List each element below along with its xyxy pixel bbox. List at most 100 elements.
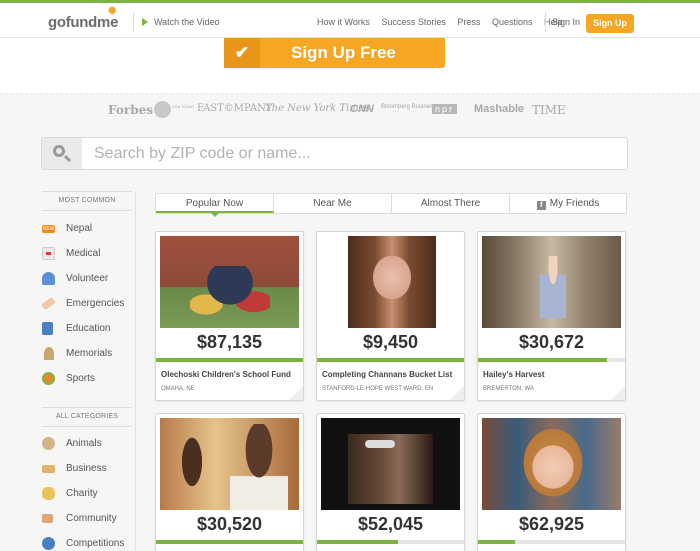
campaign-photo[interactable] (160, 236, 299, 328)
campaign-photo[interactable] (482, 236, 621, 328)
campaign-card[interactable]: $9,450 Completing Channans Bucket List S… (316, 231, 465, 401)
category-sidebar: MOST COMMON NEW Nepal Medical Volunteer … (41, 191, 136, 551)
press-logos: Forbes USA TODAY FAST©MPANY The New York… (108, 101, 568, 119)
ball-icon (42, 372, 55, 385)
usa-today-text: USA TODAY (172, 104, 195, 109)
nav-success-stories[interactable]: Success Stories (381, 17, 446, 27)
new-badge-icon: NEW (42, 225, 55, 233)
campaign-card[interactable]: $62,925 (477, 413, 626, 551)
logo-go: go (48, 14, 66, 31)
watch-video-link[interactable]: Watch the Video (142, 17, 220, 27)
progress-fill (478, 540, 515, 544)
time-logo: TIME (532, 103, 566, 117)
campaign-location: STANFORD-LE-HOPE WEST WARD, EN (322, 386, 434, 392)
progress-fill (156, 358, 303, 362)
sign-up-free-button[interactable]: ✔ Sign Up Free (224, 38, 445, 68)
campaign-card[interactable]: $30,520 (155, 413, 304, 551)
divider (545, 12, 546, 32)
campaign-photo[interactable] (321, 418, 460, 510)
tab-popular-now[interactable]: Popular Now (156, 194, 274, 217)
sidebar-item-label: Animals (66, 438, 102, 449)
sidebar-item-label: Volunteer (66, 273, 109, 284)
divider (133, 12, 134, 32)
sidebar-item-label: Community (66, 513, 117, 524)
sign-up-free-label: Sign Up Free (291, 43, 396, 62)
campaign-photo[interactable] (160, 418, 299, 510)
tab-label: Popular Now (185, 198, 244, 209)
cnn-logo: CNN (350, 103, 374, 115)
tab-label: Almost There (420, 198, 481, 209)
campaign-title[interactable]: Completing Channans Bucket List (322, 370, 452, 379)
bandage-icon (41, 296, 56, 311)
progress-fill (478, 358, 608, 362)
campaign-tabs: Popular Now Near Me Almost There f My Fri… (155, 193, 627, 217)
watch-video-label: Watch the Video (154, 17, 220, 27)
amount-raised: $9,450 (362, 332, 419, 352)
medical-kit-icon (42, 247, 55, 260)
handshake-icon (42, 465, 55, 473)
coins-icon (42, 487, 55, 500)
sidebar-item-label: Competitions (66, 538, 125, 549)
tab-near-me[interactable]: Near Me (274, 194, 392, 213)
mashable-logo: Mashable (474, 103, 525, 115)
progress-bar (478, 540, 625, 544)
amount-raised: $62,925 (518, 514, 585, 534)
progress-bar (156, 540, 303, 544)
most-common-heading: MOST COMMON (42, 191, 132, 211)
campaign-photo[interactable] (321, 236, 460, 328)
campaign-card[interactable]: $52,045 (316, 413, 465, 551)
all-categories-heading: ALL CATEGORIES (42, 407, 132, 427)
progress-bar (156, 358, 303, 362)
sidebar-item-label: Nepal (66, 223, 93, 234)
sidebar-item-label: Memorials (66, 348, 113, 359)
tab-my-friends[interactable]: f My Friends (510, 194, 626, 213)
tab-label: Near Me (313, 198, 352, 209)
gofundme-logo[interactable]: gofundme ✺ (48, 6, 118, 31)
amount-raised: $30,520 (196, 514, 263, 534)
sign-in-link[interactable]: Sign In (552, 17, 580, 27)
campaign-card[interactable]: $30,672 Hailey's Harvest BREMERTON, WA (477, 231, 626, 401)
amount-raised: $52,045 (357, 514, 424, 534)
top-navigation-bar: gofundme ✺ Watch the Video How it Works … (0, 0, 700, 38)
campaign-card[interactable]: $87,135 Olechoski Children's School Fund… (155, 231, 304, 401)
tab-label: My Friends (549, 198, 600, 209)
checkmark-icon: ✔ (224, 38, 260, 68)
campaign-location: OMAHA, NE (161, 386, 195, 392)
progress-fill (317, 540, 398, 544)
sidebar-item-label: Sports (66, 373, 95, 384)
nav-how-it-works[interactable]: How it Works (317, 17, 370, 27)
sidebar-item-label: Business (66, 463, 107, 474)
amount-raised: $30,672 (518, 332, 585, 352)
nav-press[interactable]: Press (457, 17, 480, 27)
progress-fill (156, 540, 303, 544)
nav-questions[interactable]: Questions (492, 17, 533, 27)
sign-up-button[interactable]: Sign Up (586, 14, 634, 33)
card-corner (611, 386, 625, 400)
campaign-title[interactable]: Olechoski Children's School Fund (161, 370, 291, 379)
usa-today-logo (154, 101, 171, 118)
search-input[interactable] (94, 143, 614, 165)
tab-almost-there[interactable]: Almost There (392, 194, 510, 213)
signpost-icon (42, 514, 53, 523)
active-tab-caret-icon (210, 213, 219, 217)
sidebar-item-label: Education (66, 323, 111, 334)
main-nav: How it Works Success Stories Press Quest… (317, 17, 572, 27)
campaign-location: BREMERTON, WA (483, 386, 534, 392)
volunteer-icon (42, 272, 55, 285)
facebook-icon: f (536, 201, 546, 210)
memorial-icon (44, 347, 54, 360)
fast-company-logo: FAST©MPANY (197, 103, 273, 114)
paw-icon (42, 437, 55, 450)
card-corner (289, 386, 303, 400)
npr-logo: npr (432, 104, 458, 114)
play-icon (142, 18, 148, 26)
sun-icon: ✺ (108, 6, 117, 17)
ribbon-icon (42, 537, 55, 550)
campaign-title[interactable]: Hailey's Harvest (483, 370, 545, 379)
search-icon[interactable] (42, 138, 82, 169)
forbes-logo: Forbes (108, 103, 153, 117)
progress-bar (317, 540, 464, 544)
sidebar-item-label: Emergencies (66, 298, 125, 309)
logo-fund: fund (65, 14, 98, 31)
campaign-photo[interactable] (482, 418, 621, 510)
